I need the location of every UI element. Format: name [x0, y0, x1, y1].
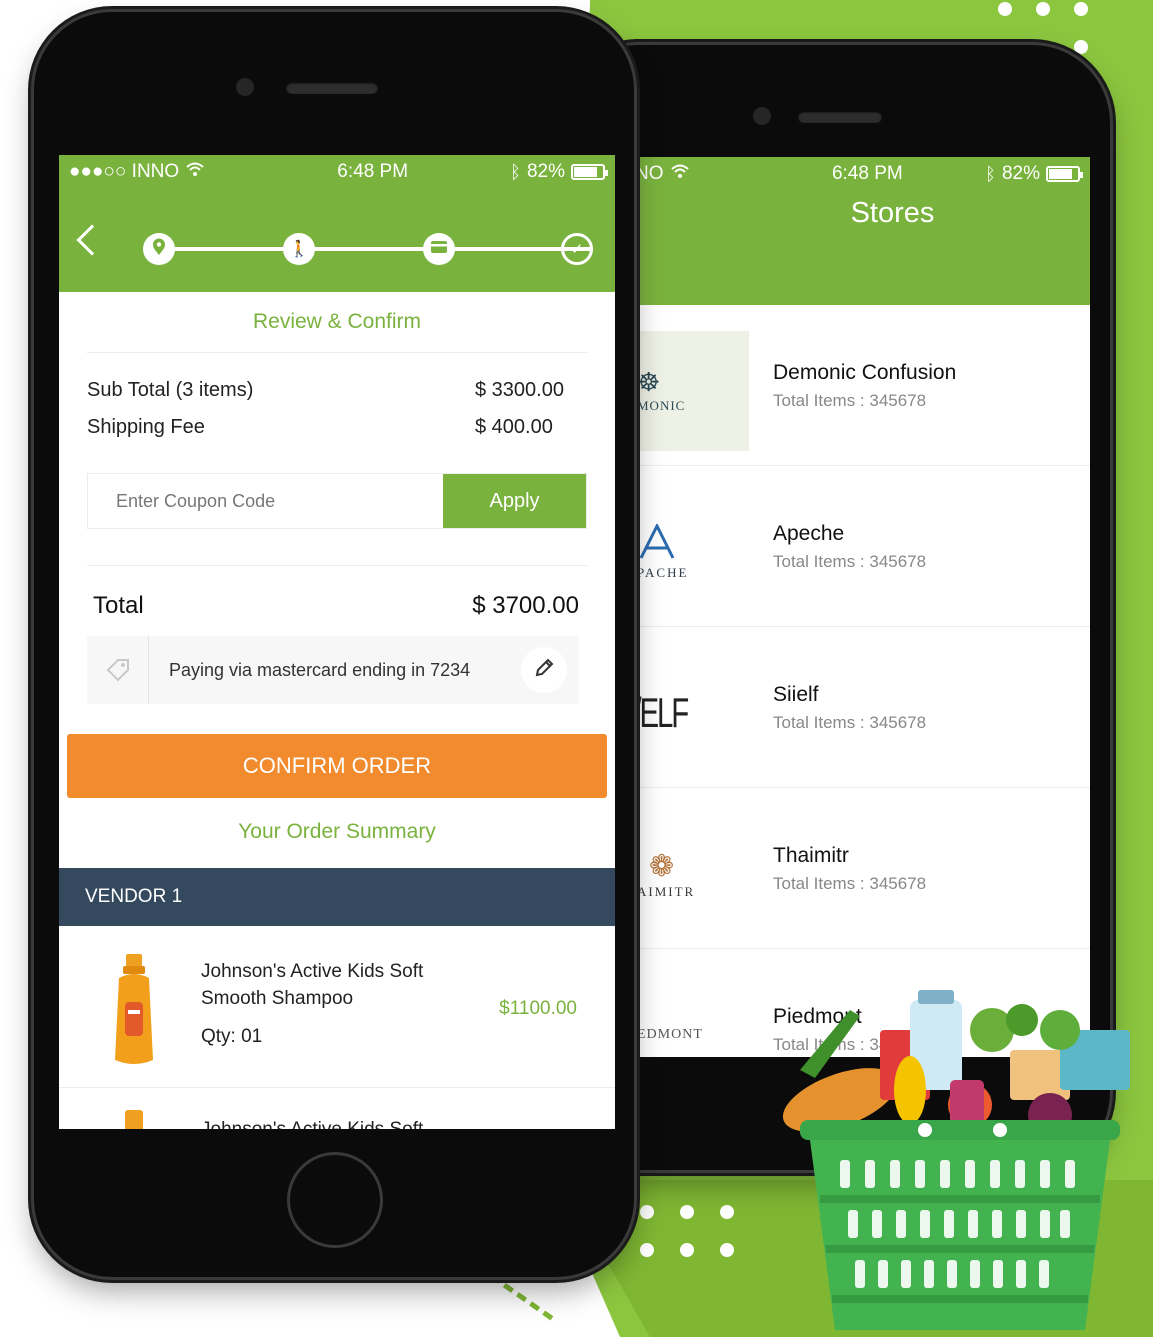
status-time: 6:48 PM: [337, 161, 409, 182]
progress-track: [159, 247, 593, 251]
stores-list: ☸ MONIC Demonic Confusion Total Items : …: [635, 305, 1090, 1057]
wifi-icon: [185, 161, 205, 183]
store-item-count: Total Items : 345678: [773, 552, 927, 571]
list-item[interactable]: Johnson's Active Kids Soft Smooth Shampo…: [59, 926, 615, 1088]
earpiece-speaker: [798, 111, 882, 123]
payment-method: Paying via mastercard ending in 7234: [87, 636, 579, 704]
confirm-order-button[interactable]: CONFIRM ORDER: [67, 734, 607, 798]
coupon-code-input[interactable]: [88, 474, 443, 528]
payment-text: Paying via mastercard ending in 7234: [169, 659, 471, 680]
check-icon: ✓: [570, 241, 584, 258]
subtotal-label: Sub Total (3 items): [87, 379, 254, 401]
page-title: Stores: [850, 197, 935, 229]
store-name: Siielf: [773, 683, 819, 706]
front-camera: [753, 107, 771, 125]
coupon-form: Apply: [87, 473, 587, 529]
product-image: [111, 952, 157, 1068]
person-walk-icon: 🚶: [289, 241, 309, 258]
grocery-basket-illustration: [760, 990, 1150, 1337]
checkout-progress: 🚶 ✓: [59, 189, 615, 292]
total-row: Total $ 3700.00: [59, 566, 615, 636]
checkout-header: ●●●○○ INNO 6:48 PM ᛒ 82% 🚶 ✓: [59, 155, 615, 292]
store-name: Thaimitr: [773, 844, 849, 867]
product-name: Johnson's Active Kids Soft: [201, 1116, 491, 1129]
wifi-icon: [670, 163, 690, 185]
stores-header: NO 6:48 PM ᛒ 82% Stores: [635, 157, 1090, 305]
store-item[interactable]: ❁ AIMITR Thaimitr Total Items : 345678: [635, 788, 1090, 949]
battery-level: [1048, 169, 1072, 179]
review-confirm-title: Review & Confirm: [252, 310, 422, 333]
price-summary: Sub Total (3 items) $ 3300.00 Shipping F…: [59, 353, 615, 461]
earpiece-speaker: [286, 82, 378, 94]
tag-icon: [87, 636, 149, 704]
front-camera: [236, 78, 254, 96]
store-logo: ☸ MONIC: [635, 331, 749, 451]
store-name: Apeche: [773, 522, 845, 545]
status-bar: NO 6:48 PM ᛒ 82%: [635, 157, 1090, 191]
total-label: Total: [93, 592, 144, 619]
order-summary-title: Your Order Summary: [238, 820, 436, 843]
battery-icon: [571, 164, 608, 180]
step-delivery[interactable]: 🚶: [283, 233, 315, 265]
subtotal-value: $ 3300.00: [475, 379, 564, 401]
store-item[interactable]: PACHE Apeche Total Items : 345678: [635, 466, 1090, 627]
back-icon[interactable]: [76, 224, 108, 256]
list-item[interactable]: Johnson's Active Kids Soft: [59, 1088, 615, 1129]
store-item[interactable]: ☸ MONIC Demonic Confusion Total Items : …: [635, 305, 1090, 466]
store-item-count: Total Items : 345678: [773, 391, 927, 410]
carrier-label: ●●●○○ INNO: [69, 161, 180, 182]
store-item[interactable]: /ELF Siielf Total Items : 345678: [635, 627, 1090, 788]
store-logo: ❁ AIMITR: [637, 849, 696, 899]
step-confirm[interactable]: ✓: [561, 233, 593, 265]
store-logo: PACHE: [635, 492, 749, 612]
store-item-count: Total Items : 345678: [773, 874, 927, 893]
product-qty: Qty: 01: [201, 1026, 263, 1047]
store-item-count: Total Items : 345678: [773, 713, 927, 732]
store-name: Demonic Confusion: [773, 361, 957, 384]
phone-checkout: ●●●○○ INNO 6:48 PM ᛒ 82% 🚶 ✓ Review & Co…: [34, 12, 634, 1277]
status-time: 6:48 PM: [831, 163, 903, 184]
credit-card-icon: [430, 240, 448, 258]
battery-percent: 82%: [526, 161, 565, 182]
home-button[interactable]: [287, 1152, 383, 1248]
product-price: $1100.00: [499, 998, 577, 1019]
status-bar: ●●●○○ INNO 6:48 PM ᛒ 82%: [59, 155, 615, 189]
bluetooth-icon: ᛒ: [985, 163, 996, 184]
carrier-label: NO: [635, 163, 664, 184]
product-name: Johnson's Active Kids Soft Smooth Shampo…: [201, 961, 424, 1009]
battery-icon: [1045, 166, 1083, 182]
product-image: [125, 1110, 143, 1129]
checkout-screen: ●●●○○ INNO 6:48 PM ᛒ 82% 🚶 ✓ Review & Co…: [59, 155, 615, 1129]
shipping-value: $ 400.00: [475, 416, 553, 438]
total-value: $ 3700.00: [472, 592, 579, 619]
store-logo: EDMONT: [637, 1027, 703, 1042]
bluetooth-icon: ᛒ: [510, 161, 521, 182]
pencil-icon: [534, 658, 554, 683]
step-location[interactable]: [143, 233, 175, 265]
battery-level: [574, 167, 597, 177]
store-logo: /ELF: [635, 689, 689, 736]
apply-coupon-button[interactable]: Apply: [443, 474, 586, 528]
step-payment[interactable]: [423, 233, 455, 265]
vendor-header: VENDOR 1: [59, 868, 615, 926]
battery-percent: 82%: [1001, 163, 1040, 184]
edit-payment-button[interactable]: [521, 647, 567, 693]
shipping-label: Shipping Fee: [87, 416, 205, 438]
stores-screen: NO 6:48 PM ᛒ 82% Stores ☸ MONIC Demonic …: [635, 157, 1090, 1057]
location-pin-icon: [151, 238, 167, 260]
